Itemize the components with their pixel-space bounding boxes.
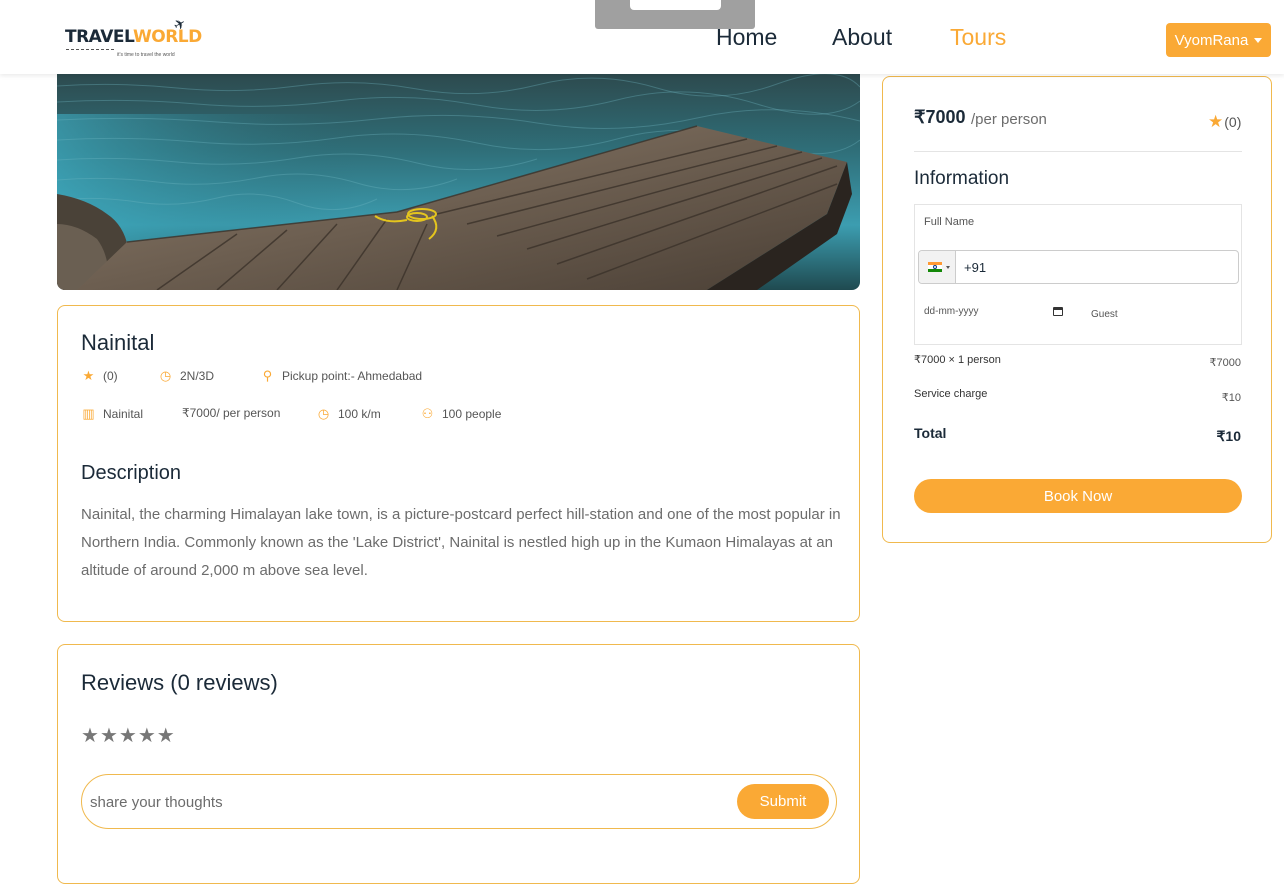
tour-title: Nainital	[81, 330, 155, 355]
review-form: Submit	[81, 774, 837, 829]
clock-icon: ◷	[317, 406, 330, 421]
browser-overlay-bar	[595, 0, 755, 29]
information-title: Information	[914, 168, 1010, 189]
clock-icon: ◷	[159, 368, 172, 383]
description-title: Description	[81, 462, 182, 484]
tour-city: ▥ Nainital	[82, 406, 144, 421]
guest-field[interactable]	[1091, 306, 1231, 322]
tour-distance: ◷ 100 k/m	[317, 406, 381, 421]
star-icon[interactable]: ★	[119, 723, 137, 748]
star-icon[interactable]: ★	[100, 723, 118, 748]
booking-form: dd-mm-yyyy	[914, 204, 1242, 345]
service-charge-label: Service charge	[914, 388, 988, 400]
user-dropdown-button[interactable]: VyomRana	[1166, 23, 1271, 57]
map-icon: ▥	[82, 406, 95, 421]
tour-duration: ◷ 2N/3D	[159, 368, 215, 383]
price-breakdown-label: ₹7000 × 1 person	[914, 354, 1001, 366]
submit-review-button[interactable]: Submit	[737, 784, 829, 819]
per-person-label: /per person	[971, 111, 1047, 128]
star-icon: ★	[82, 368, 95, 383]
user-name: VyomRana	[1174, 31, 1249, 49]
service-charge-value: ₹10	[1221, 392, 1241, 404]
caret-down-icon	[946, 266, 950, 269]
reviews-card: Reviews (0 reviews) ★ ★ ★ ★ ★ Submit	[57, 644, 860, 884]
total-value: ₹10	[1216, 428, 1241, 444]
country-code-select[interactable]	[919, 251, 956, 283]
star-icon: ★	[1208, 112, 1224, 131]
rating-stars: ★ ★ ★ ★ ★	[81, 723, 175, 748]
booking-rating: ★ (0)	[1208, 112, 1242, 131]
nav-tours[interactable]: Tours	[950, 24, 1006, 51]
tour-hero-image	[57, 74, 860, 290]
tour-group-size: ⚇ 100 people	[421, 406, 502, 421]
book-now-button[interactable]: Book Now	[914, 479, 1242, 513]
full-name-field[interactable]	[924, 213, 1224, 231]
divider	[914, 151, 1242, 152]
star-icon[interactable]: ★	[138, 723, 156, 748]
nav-about[interactable]: About	[832, 24, 892, 51]
people-icon: ⚇	[421, 406, 434, 421]
caret-down-icon	[1254, 37, 1263, 43]
date-field[interactable]: dd-mm-yyyy	[924, 306, 1069, 322]
india-flag-icon	[928, 262, 942, 272]
tour-details-card: Nainital ★ (0) ◷ 2N/3D ⚲ Pickup point:- …	[57, 305, 860, 622]
description-text: Nainital, the charming Himalayan lake to…	[81, 506, 841, 579]
logo-tagline: it's time to travel the world	[117, 52, 175, 58]
phone-input[interactable]	[964, 258, 1224, 276]
booking-card: ₹7000 /per person ★ (0) Information dd-m…	[882, 76, 1272, 543]
tour-price: ₹7000/ per person	[182, 406, 281, 420]
tour-rating: ★ (0)	[82, 368, 118, 383]
star-icon[interactable]: ★	[81, 723, 99, 748]
calendar-icon[interactable]	[1053, 307, 1063, 316]
star-icon[interactable]: ★	[157, 723, 175, 748]
phone-field	[918, 250, 1239, 284]
location-pin-icon: ⚲	[262, 368, 273, 383]
travel-world-logo[interactable]: TRAVELWORLD it's time to travel the worl…	[62, 14, 202, 62]
total-label: Total	[914, 425, 947, 441]
reviews-title: Reviews (0 reviews)	[81, 670, 278, 695]
tour-pickup: ⚲ Pickup point:- Ahmedabad	[260, 368, 422, 384]
review-input[interactable]	[90, 787, 710, 817]
logo-dashed-line	[66, 49, 114, 50]
price-breakdown-value: ₹7000	[1209, 357, 1241, 369]
booking-price: ₹7000	[914, 107, 966, 127]
